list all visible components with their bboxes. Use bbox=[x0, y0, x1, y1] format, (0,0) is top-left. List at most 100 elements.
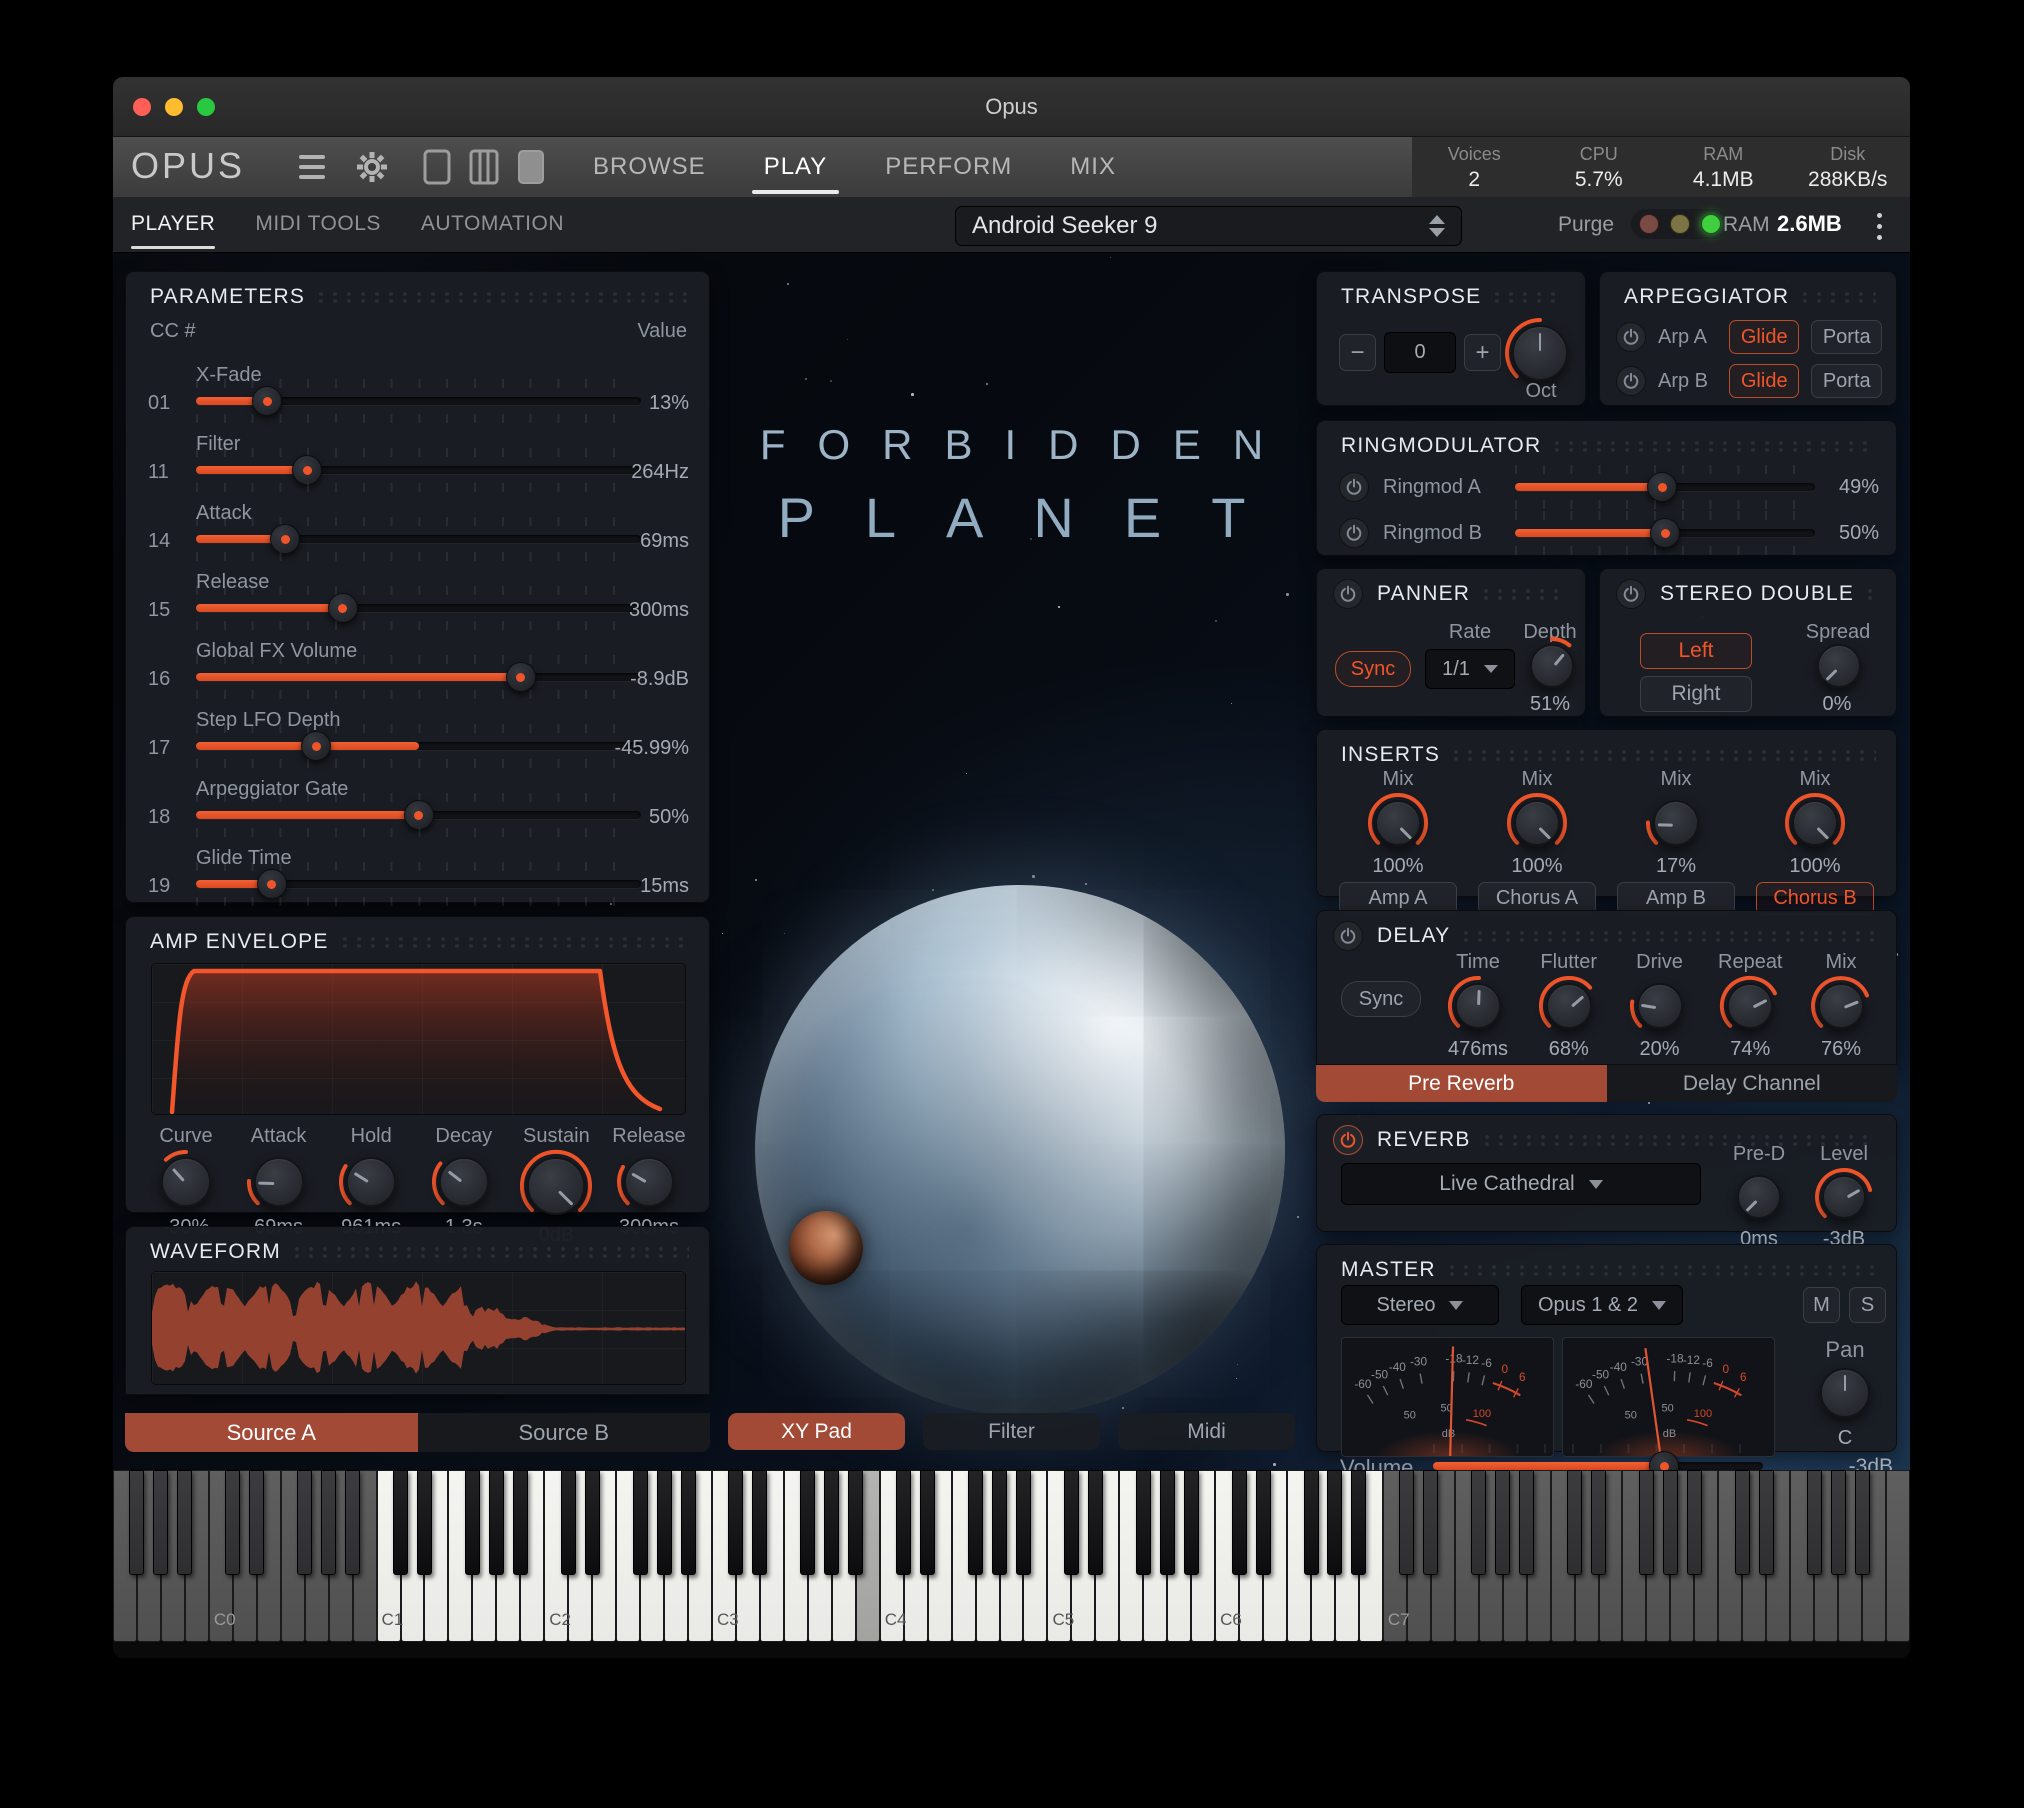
black-key[interactable] bbox=[1399, 1470, 1415, 1575]
slider-thumb[interactable] bbox=[292, 455, 323, 485]
flutter-knob[interactable] bbox=[1537, 974, 1601, 1038]
depth-knob[interactable] bbox=[1521, 635, 1583, 697]
param-slider-x-fade[interactable] bbox=[196, 379, 641, 423]
pre-d-knob[interactable] bbox=[1728, 1166, 1790, 1228]
reverb-preset-select[interactable]: Live Cathedral bbox=[1341, 1163, 1701, 1205]
spread-knob[interactable] bbox=[1808, 635, 1870, 697]
mix-knob[interactable] bbox=[1809, 974, 1873, 1038]
black-key[interactable] bbox=[1327, 1470, 1343, 1575]
black-key[interactable] bbox=[1662, 1470, 1678, 1575]
drive-knob[interactable] bbox=[1628, 974, 1692, 1038]
black-key[interactable] bbox=[680, 1470, 696, 1575]
param-slider-step-lfo-depth[interactable] bbox=[196, 724, 641, 768]
view-button-xy-pad[interactable]: XY Pad bbox=[728, 1413, 905, 1450]
black-key[interactable] bbox=[345, 1470, 361, 1575]
black-key[interactable] bbox=[297, 1470, 313, 1575]
black-key[interactable] bbox=[1183, 1470, 1199, 1575]
preset-chevrons-icon[interactable] bbox=[1429, 215, 1445, 237]
purge-button[interactable]: Purge bbox=[1558, 213, 1614, 237]
delay-tab-pre-reverb[interactable]: Pre Reverb bbox=[1316, 1065, 1607, 1102]
black-key[interactable] bbox=[1830, 1470, 1846, 1575]
transpose-value[interactable]: 0 bbox=[1384, 332, 1456, 373]
release-knob[interactable] bbox=[615, 1148, 683, 1216]
insert-mix-knob[interactable] bbox=[1366, 791, 1430, 855]
mixer-panel-icon[interactable] bbox=[517, 150, 545, 184]
curve-knob[interactable] bbox=[152, 1148, 220, 1216]
black-key[interactable] bbox=[992, 1470, 1008, 1575]
preset-selector[interactable]: Android Seeker 9 bbox=[955, 206, 1462, 246]
black-key[interactable] bbox=[321, 1470, 337, 1575]
insert-mix-knob[interactable] bbox=[1505, 791, 1569, 855]
black-key[interactable] bbox=[584, 1470, 600, 1575]
black-key[interactable] bbox=[249, 1470, 265, 1575]
black-key[interactable] bbox=[1567, 1470, 1583, 1575]
black-key[interactable] bbox=[920, 1470, 936, 1575]
black-key[interactable] bbox=[800, 1470, 816, 1575]
channel-select[interactable]: Opus 1 & 2 bbox=[1521, 1285, 1683, 1325]
view-button-filter[interactable]: Filter bbox=[923, 1413, 1100, 1450]
source-tab-source-a[interactable]: Source A bbox=[125, 1413, 418, 1452]
delay-tab-delay-channel[interactable]: Delay Channel bbox=[1606, 1065, 1897, 1102]
main-tab-perform[interactable]: PERFORM bbox=[885, 137, 1012, 197]
black-key[interactable] bbox=[1686, 1470, 1702, 1575]
kebab-menu-icon[interactable] bbox=[1869, 207, 1889, 245]
black-key[interactable] bbox=[464, 1470, 480, 1575]
black-key[interactable] bbox=[129, 1470, 145, 1575]
black-key[interactable] bbox=[1063, 1470, 1079, 1575]
black-key[interactable] bbox=[1495, 1470, 1511, 1575]
ringmod-slider[interactable] bbox=[1515, 465, 1815, 509]
black-key[interactable] bbox=[1734, 1470, 1750, 1575]
octave-knob[interactable] bbox=[1503, 316, 1577, 390]
gear-icon[interactable] bbox=[355, 151, 389, 183]
arp-porta-button[interactable]: Porta bbox=[1811, 320, 1882, 354]
black-key[interactable] bbox=[1638, 1470, 1654, 1575]
slider-thumb[interactable] bbox=[403, 800, 434, 830]
param-slider-glide-time[interactable] bbox=[196, 862, 641, 906]
black-key[interactable] bbox=[225, 1470, 241, 1575]
envelope-graph[interactable] bbox=[151, 963, 686, 1115]
transpose-plus-button[interactable]: + bbox=[1464, 334, 1501, 371]
main-tab-mix[interactable]: MIX bbox=[1070, 137, 1116, 197]
source-tab-source-b[interactable]: Source B bbox=[417, 1413, 710, 1452]
slider-thumb[interactable] bbox=[327, 593, 358, 623]
black-key[interactable] bbox=[656, 1470, 672, 1575]
black-key[interactable] bbox=[1351, 1470, 1367, 1575]
white-key[interactable] bbox=[1886, 1470, 1910, 1642]
mute-button[interactable]: M bbox=[1803, 1287, 1840, 1323]
slider-thumb[interactable] bbox=[505, 662, 536, 692]
param-slider-arpeggiator-gate[interactable] bbox=[196, 793, 641, 837]
page-tab-midi-tools[interactable]: MIDI TOOLS bbox=[255, 197, 381, 253]
reverb-power-icon[interactable] bbox=[1333, 1125, 1363, 1155]
view-button-midi[interactable]: Midi bbox=[1118, 1413, 1295, 1450]
sustain-knob[interactable] bbox=[518, 1148, 594, 1224]
black-key[interactable] bbox=[848, 1470, 864, 1575]
black-key[interactable] bbox=[1135, 1470, 1151, 1575]
black-key[interactable] bbox=[1854, 1470, 1870, 1575]
level-knob[interactable] bbox=[1813, 1166, 1875, 1228]
stereo-right-button[interactable]: Right bbox=[1640, 676, 1752, 712]
black-key[interactable] bbox=[896, 1470, 912, 1575]
delay-sync-button[interactable]: Sync bbox=[1341, 981, 1421, 1017]
slider-thumb[interactable] bbox=[301, 731, 332, 761]
keyboard-panel-icon[interactable] bbox=[469, 149, 499, 185]
black-key[interactable] bbox=[1519, 1470, 1535, 1575]
ringmod-slider[interactable] bbox=[1515, 511, 1815, 555]
black-key[interactable] bbox=[1231, 1470, 1247, 1575]
black-key[interactable] bbox=[393, 1470, 409, 1575]
stereo-double-power-icon[interactable] bbox=[1616, 579, 1646, 609]
repeat-knob[interactable] bbox=[1718, 974, 1782, 1038]
slider-thumb[interactable] bbox=[270, 524, 300, 554]
black-key[interactable] bbox=[1255, 1470, 1271, 1575]
black-key[interactable] bbox=[1806, 1470, 1822, 1575]
black-key[interactable] bbox=[488, 1470, 504, 1575]
black-key[interactable] bbox=[632, 1470, 648, 1575]
param-slider-release[interactable] bbox=[196, 586, 641, 630]
rate-select[interactable]: 1/1 bbox=[1425, 649, 1515, 689]
black-key[interactable] bbox=[416, 1470, 432, 1575]
black-key[interactable] bbox=[1015, 1470, 1031, 1575]
black-key[interactable] bbox=[512, 1470, 528, 1575]
pan-knob[interactable] bbox=[1811, 1359, 1879, 1427]
insert-mix-knob[interactable] bbox=[1783, 791, 1847, 855]
black-key[interactable] bbox=[824, 1470, 840, 1575]
param-slider-filter[interactable] bbox=[196, 448, 641, 492]
